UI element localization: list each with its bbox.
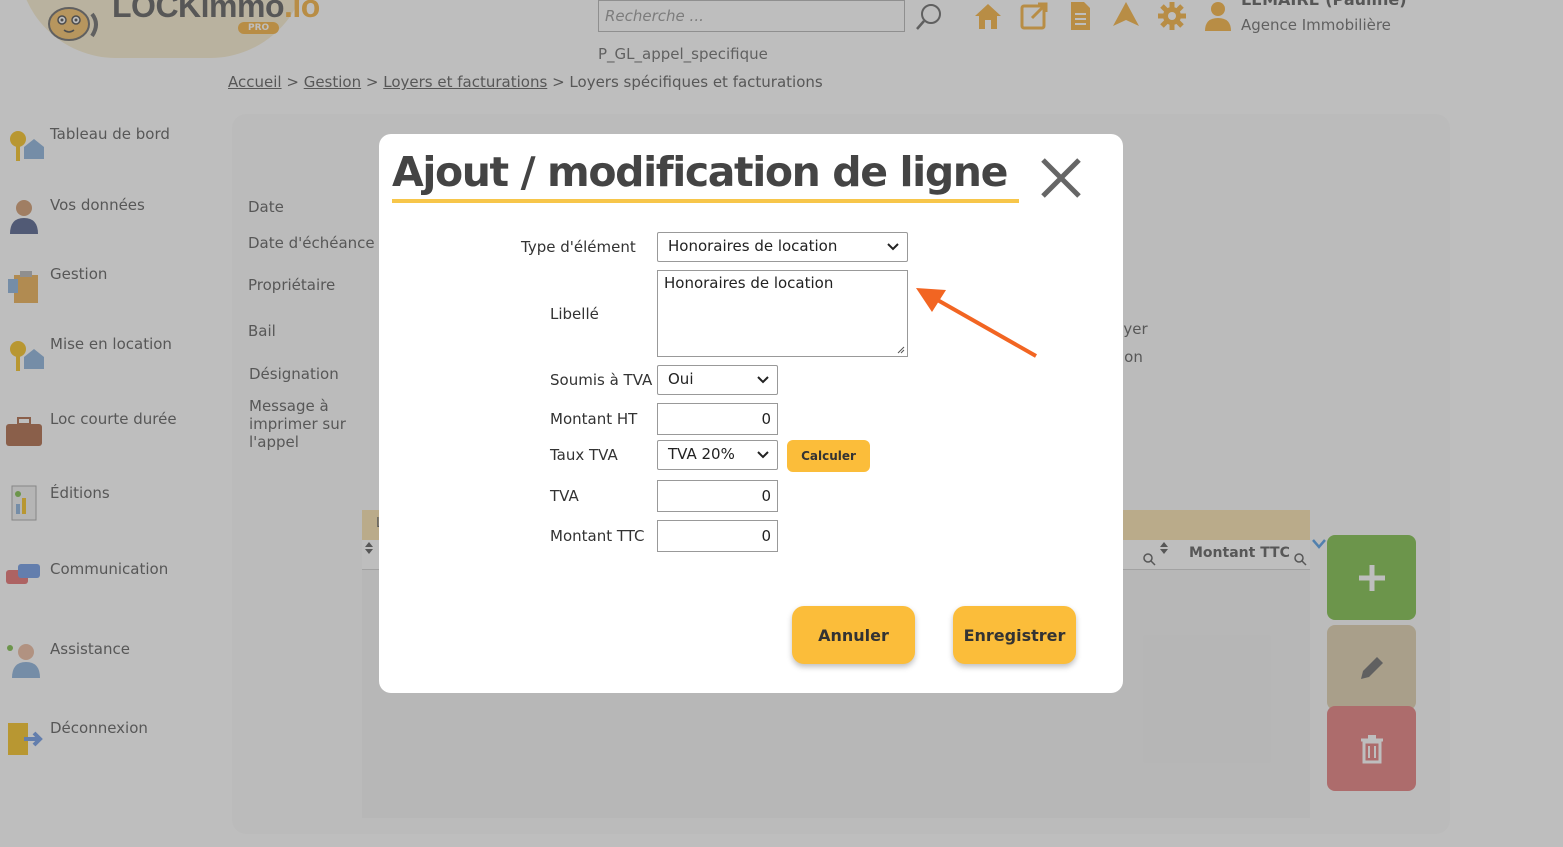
libelle-value: Honoraires de location <box>664 274 834 292</box>
type-element-label: Type d'élément <box>521 238 636 256</box>
resize-grip-icon[interactable] <box>895 344 905 354</box>
soumis-tva-select[interactable]: Oui <box>657 365 778 395</box>
type-element-value: Honoraires de location <box>668 237 838 255</box>
montant-ttc-input[interactable]: 0 <box>657 520 778 552</box>
tva-label: TVA <box>550 487 579 505</box>
taux-tva-value: TVA 20% <box>668 445 735 463</box>
calculer-button[interactable]: Calculer <box>787 440 870 472</box>
close-icon[interactable] <box>1037 154 1085 202</box>
save-button[interactable]: Enregistrer <box>953 606 1076 664</box>
soumis-tva-label: Soumis à TVA <box>550 371 653 389</box>
libelle-textarea[interactable]: Honoraires de location <box>657 270 908 357</box>
soumis-tva-value: Oui <box>668 370 694 388</box>
chevron-down-icon <box>757 451 769 459</box>
annotation-arrow-icon <box>916 288 1037 358</box>
type-element-select[interactable]: Honoraires de location <box>657 232 908 262</box>
montant-ttc-label: Montant TTC <box>550 527 645 545</box>
edit-line-modal: Ajout / modification de ligne Type d'élé… <box>379 134 1123 693</box>
chevron-down-icon <box>757 376 769 384</box>
cancel-button[interactable]: Annuler <box>792 606 915 664</box>
montant-ht-label: Montant HT <box>550 410 638 428</box>
taux-tva-label: Taux TVA <box>550 446 618 464</box>
title-underline <box>392 199 1019 203</box>
taux-tva-select[interactable]: TVA 20% <box>657 440 778 470</box>
modal-title: Ajout / modification de ligne <box>392 148 1008 196</box>
tva-input[interactable]: 0 <box>657 480 778 512</box>
libelle-label: Libellé <box>550 305 599 323</box>
montant-ht-input[interactable]: 0 <box>657 403 778 435</box>
chevron-down-icon <box>887 243 899 251</box>
